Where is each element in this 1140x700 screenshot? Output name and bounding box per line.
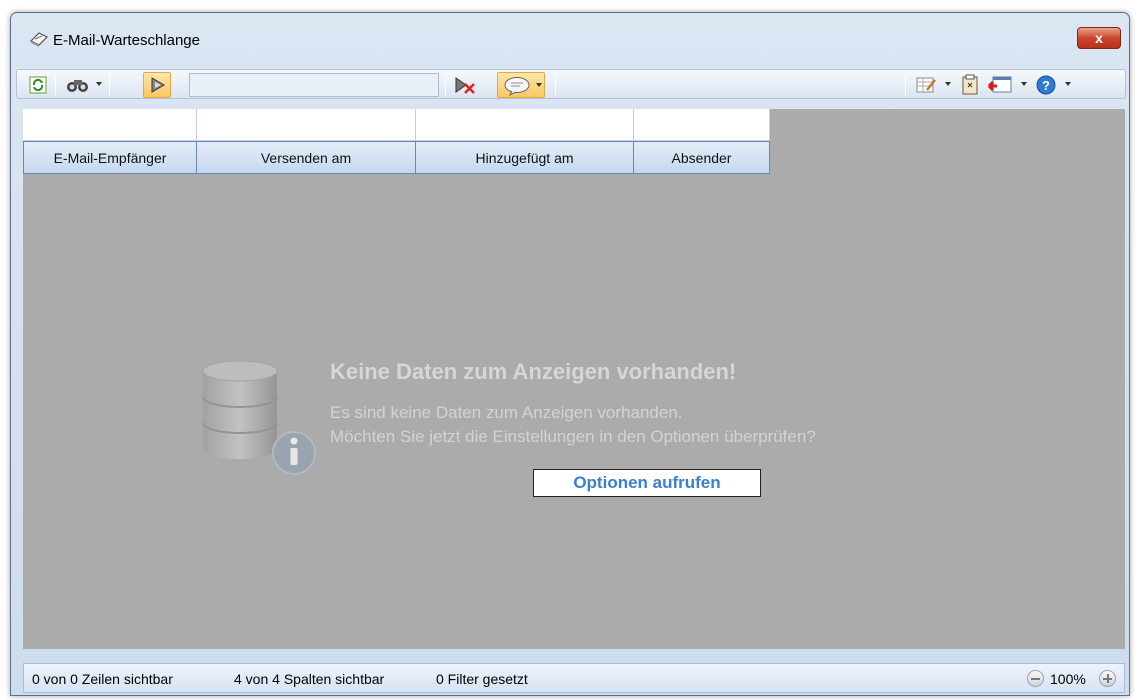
clipboard-icon[interactable] — [961, 74, 979, 96]
toolbar-separator — [555, 75, 556, 95]
filter-cell-recipient[interactable] — [23, 109, 197, 141]
refresh-icon[interactable] — [29, 74, 47, 96]
filter-cell-added-date[interactable] — [416, 109, 634, 141]
open-options-button[interactable]: Optionen aufrufen — [533, 469, 761, 497]
toolbar-separator — [109, 75, 110, 95]
svg-text:?: ? — [1042, 78, 1050, 93]
status-bar: 0 von 0 Zeilen sichtbar 4 von 4 Spalten … — [23, 663, 1125, 693]
column-header-recipient[interactable]: E-Mail-Empfänger — [23, 141, 197, 174]
toolbar-separator — [55, 75, 56, 95]
filter-count-status: 0 Filter gesetzt — [436, 671, 528, 687]
main-window: E-Mail-Warteschlange x ? E-Mail-Empfänge… — [10, 12, 1130, 696]
layout-dropdown-icon[interactable] — [945, 82, 951, 86]
help-dropdown-icon[interactable] — [1065, 82, 1071, 86]
filter-toggle-button[interactable] — [143, 72, 171, 98]
clear-filter-icon[interactable] — [453, 74, 477, 96]
search-input[interactable] — [189, 73, 439, 97]
comment-toggle-button[interactable] — [497, 72, 545, 98]
export-dropdown-icon[interactable] — [1021, 82, 1027, 86]
filter-cell-send-date[interactable] — [197, 109, 416, 141]
email-queue-icon — [29, 32, 49, 47]
column-header-send-date[interactable]: Versenden am — [197, 141, 416, 174]
title-bar[interactable]: E-Mail-Warteschlange x — [11, 13, 1129, 65]
database-info-icon — [202, 360, 316, 475]
window-title: E-Mail-Warteschlange — [53, 32, 200, 49]
layout-edit-icon[interactable] — [915, 74, 937, 96]
toolbar-separator — [445, 75, 446, 95]
filter-cell-sender[interactable] — [634, 109, 770, 141]
empty-state-message: Es sind keine Daten zum Anzeigen vorhand… — [330, 403, 683, 422]
filter-brush-icon — [151, 77, 165, 93]
search-dropdown-icon[interactable] — [96, 82, 102, 86]
visible-rows-status: 0 von 0 Zeilen sichtbar — [32, 671, 173, 687]
column-header-added-date[interactable]: Hinzugefügt am — [416, 141, 634, 174]
toolbar: ? — [16, 69, 1126, 99]
export-icon[interactable] — [987, 74, 1013, 96]
data-grid: E-Mail-Empfänger Versenden am Hinzugefüg… — [23, 109, 1125, 649]
help-icon[interactable]: ? — [1035, 74, 1057, 96]
empty-state-title: Keine Daten zum Anzeigen vorhanden! — [330, 359, 737, 384]
visible-columns-status: 4 von 4 Spalten sichtbar — [234, 671, 385, 687]
close-button[interactable]: x — [1077, 27, 1121, 49]
comment-dropdown-icon — [536, 83, 542, 87]
column-header-sender[interactable]: Absender — [634, 141, 770, 174]
zoom-out-button[interactable] — [1027, 670, 1044, 687]
comment-icon — [504, 77, 530, 96]
binoculars-icon[interactable] — [65, 74, 91, 96]
zoom-level: 100% — [1050, 671, 1086, 687]
empty-state-question: Möchten Sie jetzt die Einstellungen in d… — [330, 427, 816, 446]
toolbar-separator — [905, 75, 906, 95]
zoom-in-button[interactable] — [1099, 670, 1116, 687]
